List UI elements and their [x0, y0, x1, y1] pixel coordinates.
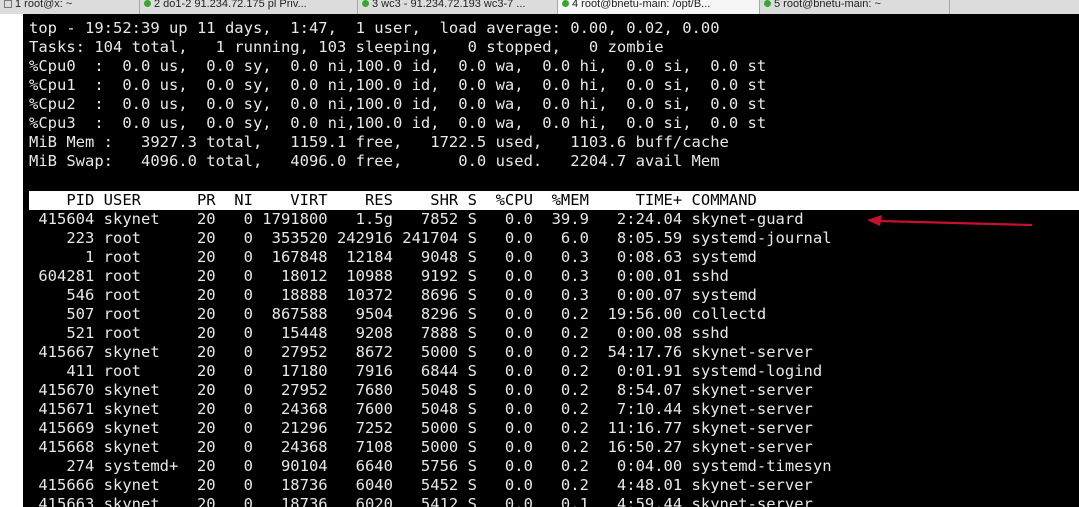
tab-2[interactable]: 2 do1-2 91.234.72.175 pl Priv...	[140, 0, 358, 14]
process-row: 415670 skynet 20 0 27952 7680 5048 S 0.0…	[29, 381, 813, 399]
process-row: 415668 skynet 20 0 24368 7108 5000 S 0.0…	[29, 438, 813, 456]
status-dot-icon	[362, 0, 369, 7]
terminal-icon	[4, 0, 12, 8]
summary-line: %Cpu0 : 0.0 us, 0.0 sy, 0.0 ni,100.0 id,…	[29, 57, 767, 75]
tab-1-label: 1 root@x: ~	[15, 0, 73, 10]
process-row: 415666 skynet 20 0 18736 6040 5452 S 0.0…	[29, 476, 813, 494]
process-row: 521 root 20 0 15448 9208 7888 S 0.0 0.2 …	[29, 324, 729, 342]
process-row: 546 root 20 0 18888 10372 8696 S 0.0 0.3…	[29, 286, 757, 304]
tab-5[interactable]: 5 root@bnetu-main: ~	[760, 0, 950, 14]
arrow-shaft	[877, 219, 1033, 227]
process-table-header: PID USER PR NI VIRT RES SHR S %CPU %MEM …	[29, 191, 1079, 210]
summary-line: %Cpu3 : 0.0 us, 0.0 sy, 0.0 ni,100.0 id,…	[29, 114, 767, 132]
process-row: 415667 skynet 20 0 27952 8672 5000 S 0.0…	[29, 343, 813, 361]
summary-line: MiB Mem : 3927.3 total, 1159.1 free, 172…	[29, 133, 729, 151]
tab-5-label: 5 root@bnetu-main: ~	[774, 0, 881, 10]
tab-4[interactable]: 4 root@bnetu-main: /opt/B...	[558, 0, 760, 14]
process-row: 274 systemd+ 20 0 90104 6640 5756 S 0.0 …	[29, 457, 832, 475]
summary-line: MiB Swap: 4096.0 total, 4096.0 free, 0.0…	[29, 152, 720, 170]
summary-line: %Cpu1 : 0.0 us, 0.0 sy, 0.0 ni,100.0 id,…	[29, 76, 767, 94]
terminal[interactable]: top - 19:52:39 up 11 days, 1:47, 1 user,…	[23, 14, 1079, 507]
tab-2-label: 2 do1-2 91.234.72.175 pl Priv...	[154, 0, 307, 10]
tab-bar: 1 root@x: ~ 2 do1-2 91.234.72.175 pl Pri…	[0, 0, 1079, 14]
status-dot-icon	[764, 0, 771, 7]
left-margin	[0, 14, 23, 507]
tab-1[interactable]: 1 root@x: ~	[0, 0, 140, 14]
process-row: 1 root 20 0 167848 12184 9048 S 0.0 0.3 …	[29, 248, 757, 266]
summary-line: top - 19:52:39 up 11 days, 1:47, 1 user,…	[29, 19, 720, 37]
status-dot-icon	[562, 0, 569, 7]
tab-3[interactable]: 3 wc3 - 91.234.72.193 wc3-7 ...	[358, 0, 558, 14]
summary-line: %Cpu2 : 0.0 us, 0.0 sy, 0.0 ni,100.0 id,…	[29, 95, 767, 113]
process-row: 507 root 20 0 867588 9504 8296 S 0.0 0.2…	[29, 305, 767, 323]
arrow-head-icon	[867, 215, 882, 226]
process-row: 415604 skynet 20 0 1791800 1.5g 7852 S 0…	[29, 210, 804, 228]
process-row: 223 root 20 0 353520 242916 241704 S 0.0…	[29, 229, 832, 247]
tab-3-label: 3 wc3 - 91.234.72.193 wc3-7 ...	[372, 0, 526, 10]
summary-line: Tasks: 104 total, 1 running, 103 sleepin…	[29, 38, 664, 56]
process-row: 411 root 20 0 17180 7916 6844 S 0.0 0.2 …	[29, 362, 823, 380]
process-row: 415671 skynet 20 0 24368 7600 5048 S 0.0…	[29, 400, 813, 418]
process-row: 415669 skynet 20 0 21296 7252 5000 S 0.0…	[29, 419, 813, 437]
red-arrow-annotation	[867, 215, 1033, 227]
tab-4-label: 4 root@bnetu-main: /opt/B...	[572, 0, 711, 10]
status-dot-icon	[144, 0, 151, 7]
process-row: 604281 root 20 0 18012 10988 9192 S 0.0 …	[29, 267, 729, 285]
process-row: 415663 skynet 20 0 18736 6020 5412 S 0.0…	[29, 495, 813, 507]
process-header-text: PID USER PR NI VIRT RES SHR S %CPU %MEM …	[29, 191, 757, 209]
